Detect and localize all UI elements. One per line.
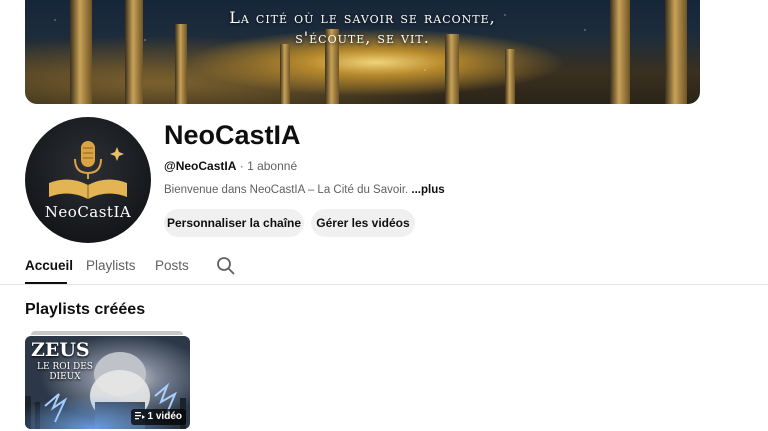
channel-description[interactable]: Bienvenue dans NeoCastIA – La Cité du Sa… [164,184,445,196]
banner-tagline: La cité où le savoir se raconte, s'écout… [25,8,700,48]
search-icon[interactable] [216,256,235,275]
tab-home[interactable]: Accueil [25,258,73,273]
playlist-thumb-title: ZEUS [31,339,90,361]
description-more-link[interactable]: ...plus [411,184,444,196]
subscriber-count: 1 abonné [247,159,298,173]
tab-playlists[interactable]: Playlists [86,258,136,273]
playlist-count-text: 1 vidéo [147,411,182,422]
book-icon [49,179,127,199]
manage-videos-button[interactable]: Gérer les vidéos [311,209,415,237]
avatar-logo-text: NeoCastIA [44,203,132,221]
channel-avatar[interactable]: NeoCastIA [25,117,151,243]
description-text: Bienvenue dans NeoCastIA – La Cité du Sa… [164,184,412,196]
playlist-thumb-subtitle: LE ROI DES DIEUX [37,362,93,382]
tabs-divider [0,284,768,285]
playlist-thumbnail[interactable]: ZEUS LE ROI DES DIEUX 1 vidéo [25,336,190,429]
banner-pillar [505,49,515,104]
banner-line-2: s'écoute, se vit. [295,28,430,47]
banner-line-1: La cité où le savoir se raconte, [229,8,496,27]
channel-handle: @NeoCastIA [164,159,237,173]
channel-banner: La cité où le savoir se raconte, s'écout… [25,0,700,104]
customize-channel-button[interactable]: Personnaliser la chaîne [164,209,304,237]
tab-posts[interactable]: Posts [155,258,189,273]
channel-meta: @NeoCastIA · 1 abonné [164,159,297,173]
channel-title: NeoCastIA [164,120,301,150]
meta-separator: · [236,159,248,173]
playlist-stack-edge [31,331,183,335]
banner-pillar [280,44,290,104]
playlist-icon [134,412,145,420]
microphone-icon [74,141,102,179]
playlist-video-count: 1 vidéo [130,409,186,425]
star-icon [110,147,124,161]
section-title: Playlists créées [25,301,146,318]
avatar-logo [49,141,127,199]
